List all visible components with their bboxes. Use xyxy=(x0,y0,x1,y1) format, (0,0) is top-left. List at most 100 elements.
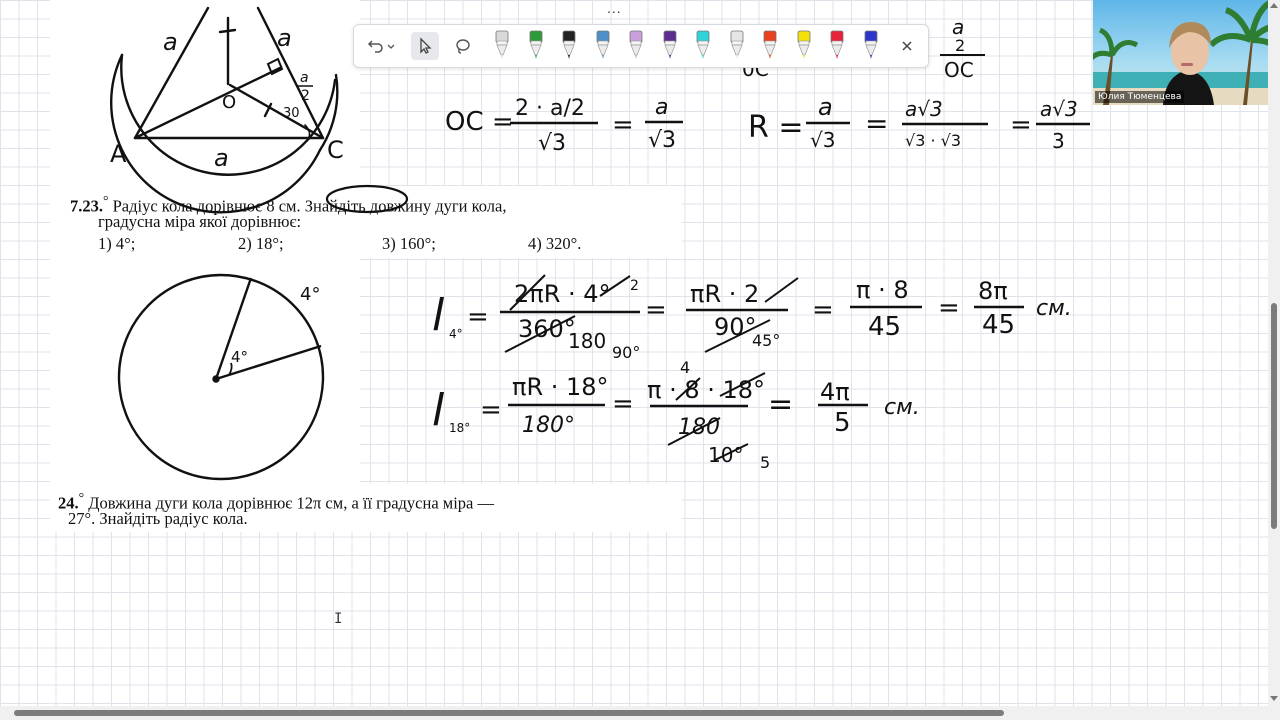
svg-text:=: = xyxy=(938,293,960,323)
r-result-den: 3 xyxy=(1052,129,1065,153)
more-menu-handle[interactable]: ... xyxy=(607,0,622,16)
oc-equation: OC = 2 · a/2 √3 = a √3 xyxy=(445,95,683,156)
r-equals2: = xyxy=(1010,110,1032,140)
l4-result-num: 8π xyxy=(978,277,1008,305)
r-equation: R = a √3 = a√3 √3 · √3 = a√3 3 xyxy=(748,93,1090,153)
svg-text:=: = xyxy=(612,389,634,419)
oc-num: 2 · a/2 xyxy=(515,96,585,121)
l4-num3: π · 8 xyxy=(856,276,909,304)
undo-dropdown[interactable] xyxy=(384,32,398,60)
l4-den1-cancel: 180 xyxy=(568,329,606,353)
svg-text:2: 2 xyxy=(301,88,310,104)
l18-letter: l xyxy=(432,385,445,436)
pen-tool-9[interactable] xyxy=(759,29,781,61)
r-result-num: a√3 xyxy=(1040,97,1078,121)
pen-tool-2[interactable] xyxy=(525,29,547,61)
l4-letter: l xyxy=(432,290,445,341)
side-label-a: a xyxy=(277,24,292,52)
lasso-tool[interactable] xyxy=(449,32,477,60)
pen-tool-12[interactable] xyxy=(860,29,882,61)
lasso-icon xyxy=(456,39,470,54)
l18-equation: l 18° = πR · 18° 180° = 4 π · 8 · 18° 18… xyxy=(432,358,920,472)
pen-tool-5[interactable] xyxy=(625,29,647,61)
l4-den3: 45 xyxy=(868,312,901,342)
pen-icon xyxy=(830,30,844,59)
l4-equation: l 4° = 2πR · 4° 2 360° 180 90° = πR · 2 … xyxy=(432,274,1072,362)
side-label-a: a xyxy=(163,28,178,56)
arc-degree-label: 4° xyxy=(300,284,320,305)
text-cursor-icon: I xyxy=(334,611,343,627)
l4-num1: 2πR · 4° xyxy=(514,280,611,308)
l18-subscript: 18° xyxy=(449,421,470,435)
vertical-scrollbar[interactable] xyxy=(1268,0,1280,706)
oc-equals: = xyxy=(612,110,634,140)
scroll-up-icon[interactable] xyxy=(1270,3,1278,8)
pen-tool-10[interactable] xyxy=(793,29,815,61)
svg-text:a: a xyxy=(300,70,309,86)
pointer-tool[interactable] xyxy=(411,32,439,60)
pen-icon xyxy=(529,30,542,59)
oc-lhs: OC = xyxy=(445,107,514,137)
scroll-down-icon[interactable] xyxy=(1270,696,1278,701)
pen-icon xyxy=(797,30,810,59)
whiteboard-canvas[interactable]: 7.23.° Радіус кола дорівнює 8 см. Знайді… xyxy=(0,0,1268,706)
arc-circle-figure xyxy=(117,273,325,481)
l18-den2-reduced: 5 xyxy=(760,453,770,472)
r-den2: √3 · √3 xyxy=(905,131,961,150)
pointer-icon xyxy=(420,37,432,54)
vertex-label-c: C xyxy=(327,136,344,164)
close-toolbar-button[interactable] xyxy=(893,32,921,60)
vertical-scroll-thumb[interactable] xyxy=(1271,303,1277,529)
svg-text:=: = xyxy=(812,295,834,325)
pen-tool-11[interactable] xyxy=(826,29,848,61)
chevron-down-icon xyxy=(387,44,395,49)
ink-layer: a a a A C O 30 a 2 a 2 OC 0C OC = 2 · a/… xyxy=(110,6,1090,481)
svg-text:=: = xyxy=(480,395,502,425)
l4-subscript: 4° xyxy=(449,327,463,341)
l4-unit: см. xyxy=(1036,296,1072,321)
pen-icon xyxy=(562,30,576,59)
pen-icon xyxy=(663,30,676,59)
svg-text:=: = xyxy=(768,387,793,422)
oc-result-num: a xyxy=(655,95,668,120)
l4-result-den: 45 xyxy=(982,310,1015,340)
l18-result-den: 5 xyxy=(834,408,851,438)
l18-unit: см. xyxy=(884,395,920,420)
pen-tool-6[interactable] xyxy=(659,29,681,61)
l4-den2-reduced: 45° xyxy=(752,331,780,350)
close-icon xyxy=(902,41,912,51)
pen-tool-1[interactable] xyxy=(491,29,513,61)
pen-icon xyxy=(629,30,643,59)
pen-icon xyxy=(730,30,743,59)
pen-tool-8[interactable] xyxy=(726,29,748,61)
r-equals: = xyxy=(865,107,888,140)
oc-den: √3 xyxy=(538,131,566,156)
side-label-a: a xyxy=(214,144,229,172)
l18-result-num: 4π xyxy=(820,378,850,406)
pen-icon xyxy=(596,30,609,59)
pen-tool-3[interactable] xyxy=(558,29,580,61)
l4-num1-cancel: 2 xyxy=(630,278,639,294)
horizontal-scroll-thumb[interactable] xyxy=(14,710,1004,716)
l4-den1-reduced: 90° xyxy=(612,343,640,362)
r-num: a xyxy=(818,93,833,121)
highlight-ellipse xyxy=(325,184,409,214)
frac-top-2: 2 xyxy=(955,36,965,55)
pen-tool-4[interactable] xyxy=(592,29,614,61)
pen-icon xyxy=(495,30,509,59)
r-num2: a√3 xyxy=(905,97,943,121)
l18-num2: π · 8 · 18° xyxy=(647,376,765,404)
l4-num2: πR · 2 xyxy=(690,280,759,308)
horizontal-scrollbar[interactable] xyxy=(0,706,1280,720)
r-den: √3 xyxy=(810,128,835,152)
pen-tool-7[interactable] xyxy=(692,29,714,61)
svg-text:=: = xyxy=(645,295,667,325)
webcam-feed: Юлия Тюменцева xyxy=(1093,0,1280,105)
r-lhs: R = xyxy=(748,110,804,145)
webcam-image xyxy=(1093,0,1280,105)
pen-icon xyxy=(864,30,877,59)
participant-name: Юлия Тюменцева xyxy=(1095,91,1185,103)
ink-toolbar xyxy=(353,24,929,68)
pen-icon xyxy=(696,30,710,59)
frac-bottom-oc: OC xyxy=(944,58,974,82)
